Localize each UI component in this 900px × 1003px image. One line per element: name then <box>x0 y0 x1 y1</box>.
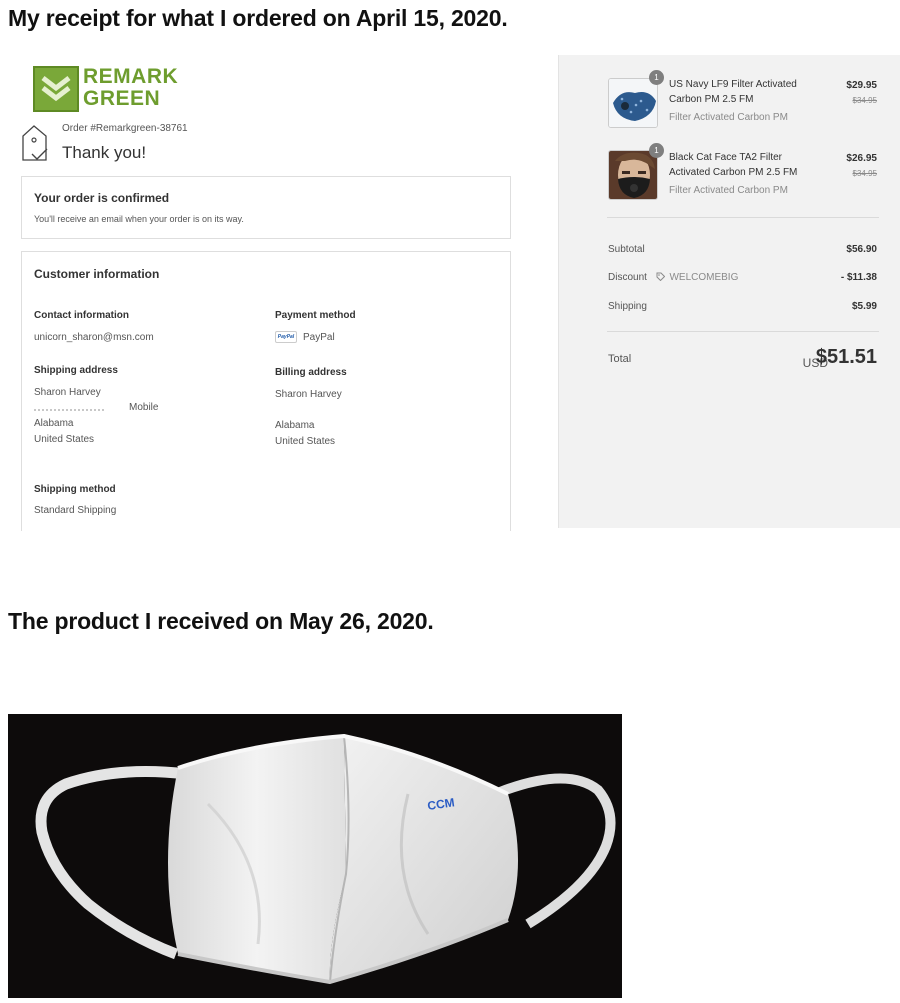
shipping-city: Mobile <box>129 402 159 413</box>
billing-country: United States <box>275 436 336 447</box>
confirm-text: You'll receive an email when your order … <box>34 214 244 224</box>
store-logo[interactable]: REMARK GREEN <box>33 66 183 112</box>
billing-address-label: Billing address <box>275 367 347 378</box>
contact-email: unicorn_sharon@msn.com <box>34 332 154 343</box>
receipt-heading: My receipt for what I ordered on April 1… <box>8 5 508 31</box>
summary-divider <box>607 217 879 218</box>
subtotal-value: $56.90 <box>846 244 877 255</box>
logo-text: REMARK GREEN <box>83 65 179 110</box>
product-thumbnail-cat-mask[interactable] <box>608 150 658 200</box>
product-thumbnail-navy-mask[interactable] <box>608 78 658 128</box>
shipping-method-label: Shipping method <box>34 484 116 495</box>
item-name: Black Cat Face TA2 Filter Activated Carb… <box>669 152 798 178</box>
item-price: $26.95 <box>846 153 877 164</box>
item-original-price: $34.95 <box>852 169 877 178</box>
shipping-address-label: Shipping address <box>34 365 118 376</box>
logo-chevron-icon <box>33 66 79 112</box>
discount-code: WELCOMEBIG <box>669 272 739 283</box>
discount-row: Discount WELCOMEBIG <box>608 272 738 284</box>
total-value: $51.51 <box>815 346 877 368</box>
confirm-title: Your order is confirmed <box>34 191 170 205</box>
contact-label: Contact information <box>34 310 129 321</box>
order-summary-panel: 1 US Navy LF9 Filter Activated Carbon PM… <box>558 55 900 528</box>
billing-name: Sharon Harvey <box>275 389 342 400</box>
thank-you-text: Thank you! <box>62 143 147 162</box>
order-confirmed-card: Your order is confirmed You'll receive a… <box>21 176 511 239</box>
shipping-label: Shipping <box>608 301 647 312</box>
received-heading: The product I received on May 26, 2020. <box>8 608 434 634</box>
order-number: Order #Remarkgreen-38761 <box>62 123 188 134</box>
item-variant: Filter Activated Carbon PM <box>669 112 788 123</box>
payment-value: PayPal <box>303 332 335 343</box>
summary-divider <box>607 331 879 332</box>
item-name: US Navy LF9 Filter Activated Carbon PM 2… <box>669 79 797 105</box>
discount-tag-icon <box>656 272 665 284</box>
shipping-name: Sharon Harvey <box>34 387 101 398</box>
shipping-state: Alabama <box>34 418 74 429</box>
shipping-method-value: Standard Shipping <box>34 505 117 516</box>
item-quantity-badge: 1 <box>649 143 664 158</box>
shipping-country: United States <box>34 434 95 445</box>
item-variant: Filter Activated Carbon PM <box>669 185 788 196</box>
item-quantity-badge: 1 <box>649 70 664 85</box>
shipping-value: $5.99 <box>851 301 877 312</box>
total-label: Total <box>608 353 632 365</box>
discount-value: - $11.38 <box>840 272 877 283</box>
discount-label: Discount <box>608 272 647 283</box>
payment-label: Payment method <box>275 310 356 321</box>
item-original-price: $34.95 <box>852 96 877 105</box>
order-confirmed-icon <box>20 124 50 164</box>
paypal-icon: PayPal <box>275 331 297 343</box>
billing-state: Alabama <box>275 420 315 431</box>
received-mask-photo: CCM <box>8 714 622 998</box>
customer-info-card: Customer information Contact information… <box>21 251 511 531</box>
item-price: $29.95 <box>846 80 877 91</box>
redaction-mark <box>34 409 104 411</box>
customer-title: Customer information <box>34 267 160 281</box>
subtotal-label: Subtotal <box>608 244 645 255</box>
